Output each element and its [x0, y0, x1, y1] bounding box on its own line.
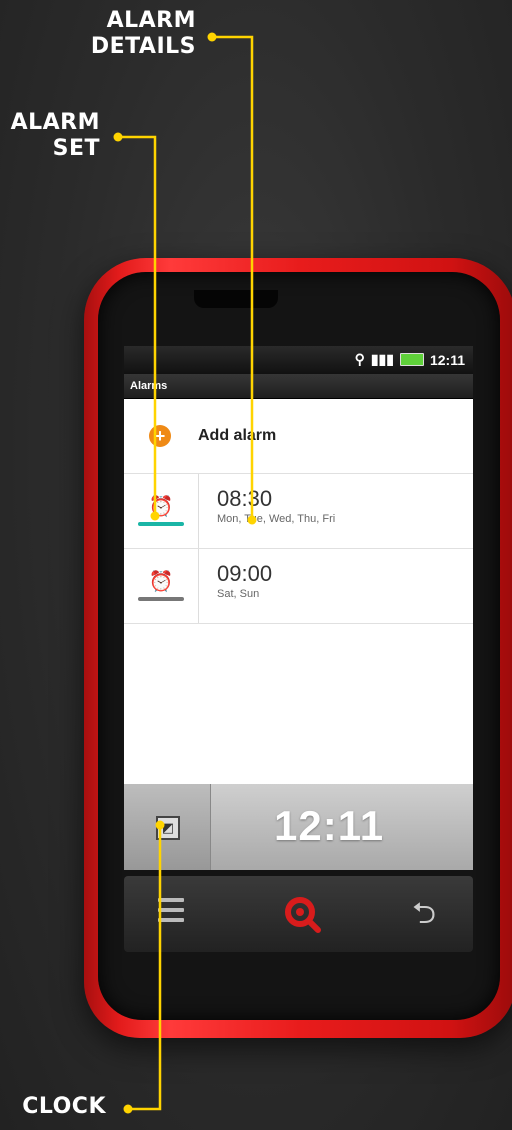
- callout-alarm-set-line1: ALARM: [10, 110, 100, 135]
- alarm-row[interactable]: ⏰ 08:30 Mon, Tue, Wed, Thu, Fri: [124, 474, 473, 549]
- menu-icon[interactable]: [158, 898, 184, 928]
- alarm-days: Sat, Sun: [217, 588, 260, 600]
- clock-widget-icon: ◩: [156, 816, 180, 840]
- alarm-clock-icon: ⏰: [148, 496, 174, 518]
- callout-alarm-details: ALARM DETAILS: [90, 8, 196, 60]
- plus-icon: +: [149, 425, 171, 447]
- battery-icon: [399, 353, 424, 366]
- alarm-time: 09:00: [217, 561, 273, 586]
- alarm-days: Mon, Tue, Wed, Thu, Fri: [217, 513, 336, 525]
- search-icon[interactable]: [282, 894, 322, 934]
- app-title: Alarms: [124, 374, 473, 399]
- callout-alarm-details-line1: ALARM: [106, 8, 196, 33]
- phone-speaker: [194, 290, 278, 308]
- alarm-toggle[interactable]: ⏰: [124, 549, 199, 623]
- alarm-details[interactable]: 08:30 Mon, Tue, Wed, Thu, Fri: [199, 474, 335, 548]
- wifi-icon: ⚲: [354, 351, 365, 367]
- alarm-time: 08:30: [217, 486, 273, 511]
- alarm-enabled-indicator: [138, 597, 184, 601]
- alarm-enabled-indicator: [138, 522, 184, 526]
- clock-time: 12:11: [274, 802, 385, 849]
- callout-alarm-set: ALARM SET: [0, 110, 100, 162]
- alarm-row[interactable]: ⏰ 09:00 Sat, Sun: [124, 549, 473, 624]
- phone-screen: ⚲ ▮▮▮ 12:11 Alarms + Add alarm ⏰ 08:30 M…: [124, 346, 473, 870]
- add-alarm-row[interactable]: + Add alarm: [124, 399, 473, 474]
- alarm-details[interactable]: 09:00 Sat, Sun: [199, 549, 272, 623]
- status-bar: ⚲ ▮▮▮ 12:11: [124, 346, 473, 374]
- callout-alarm-set-line2: SET: [52, 136, 100, 161]
- callout-alarm-details-line2: DETAILS: [90, 34, 196, 59]
- add-alarm-label: Add alarm: [198, 427, 277, 444]
- clock-widget: ◩ 12:11: [124, 784, 473, 870]
- clock-button[interactable]: ◩: [124, 784, 211, 870]
- callout-clock: CLOCK: [22, 1094, 106, 1119]
- signal-icon: ▮▮▮: [370, 351, 394, 367]
- hardware-nav-bar: ⮌: [124, 876, 473, 952]
- alarm-clock-icon: ⏰: [148, 571, 174, 593]
- alarm-toggle[interactable]: ⏰: [124, 474, 199, 548]
- status-time: 12:11: [429, 351, 465, 368]
- status-icons: ⚲ ▮▮▮ 12:11: [355, 351, 465, 368]
- back-icon[interactable]: ⮌: [412, 894, 436, 934]
